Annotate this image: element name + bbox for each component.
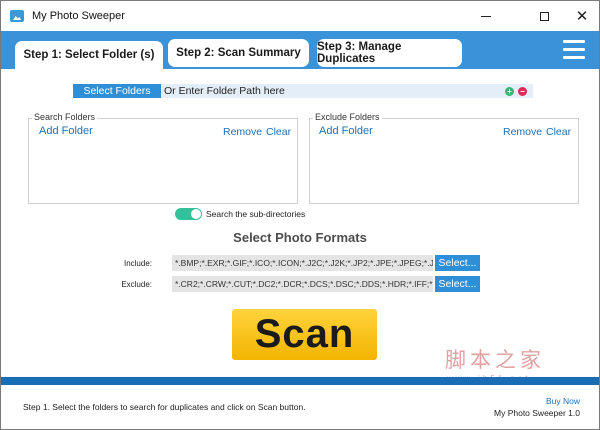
select-folders-button[interactable]: Select Folders bbox=[73, 84, 161, 98]
folder-path-input[interactable] bbox=[163, 84, 503, 98]
include-formats-field[interactable]: *.BMP;*.EXR;*.GIF;*.ICO;*.ICON;*.J2C;*.J… bbox=[172, 255, 433, 271]
minimize-button[interactable] bbox=[463, 1, 509, 31]
tab-scan-summary[interactable]: Step 2: Scan Summary bbox=[168, 39, 309, 67]
exclude-clear-link[interactable]: Clear bbox=[546, 126, 571, 138]
app-photo-icon bbox=[10, 10, 24, 22]
close-icon: ✕ bbox=[575, 6, 589, 25]
app-window: My Photo Sweeper ✕ Step 1: Select Folder… bbox=[0, 0, 600, 430]
title-bar: My Photo Sweeper ✕ bbox=[1, 1, 599, 31]
exclude-formats-field[interactable]: *.CR2;*.CRW;*.CUT;*.DC2;*.DCR;*.DCS;*.DS… bbox=[172, 276, 433, 292]
remove-path-icon[interactable]: − bbox=[518, 87, 527, 96]
minimize-icon bbox=[481, 15, 491, 17]
hamburger-menu-icon[interactable] bbox=[563, 40, 585, 60]
exclude-remove-link[interactable]: Remove bbox=[503, 126, 542, 138]
photo-formats-title: Select Photo Formats bbox=[233, 230, 367, 245]
maximize-icon bbox=[539, 11, 549, 21]
search-remove-link[interactable]: Remove bbox=[223, 126, 262, 138]
footer-divider bbox=[1, 377, 599, 385]
add-path-icon[interactable]: + bbox=[505, 87, 514, 96]
tab-select-folders[interactable]: Step 1: Select Folder (s) bbox=[15, 41, 163, 69]
exclude-add-folder-link[interactable]: Add Folder bbox=[319, 125, 373, 137]
include-label: Include: bbox=[123, 259, 152, 268]
status-message: Step 1. Select the folders to search for… bbox=[23, 402, 306, 412]
version-label: My Photo Sweeper 1.0 bbox=[494, 408, 580, 418]
exclude-select-button[interactable]: Select... bbox=[435, 276, 480, 292]
exclude-folders-label: Exclude Folders bbox=[313, 112, 382, 122]
close-button[interactable]: ✕ bbox=[559, 1, 599, 31]
watermark-text: 脚本之家 bbox=[445, 348, 545, 372]
subdirectories-toggle[interactable] bbox=[175, 208, 202, 220]
search-add-folder-link[interactable]: Add Folder bbox=[39, 125, 93, 137]
buy-now-link[interactable]: Buy Now bbox=[546, 396, 580, 406]
status-bar: Step 1. Select the folders to search for… bbox=[1, 385, 599, 429]
tab-bar: Step 1: Select Folder (s) Step 2: Scan S… bbox=[1, 31, 599, 69]
include-select-button[interactable]: Select... bbox=[435, 255, 480, 271]
folder-path-row: Select Folders + − bbox=[73, 84, 533, 98]
search-folders-label: Search Folders bbox=[32, 112, 98, 122]
window-title: My Photo Sweeper bbox=[32, 10, 125, 22]
search-clear-link[interactable]: Clear bbox=[266, 126, 291, 138]
exclude-label: Exclude: bbox=[121, 280, 152, 289]
subdirectories-label: Search the sub-directories bbox=[206, 209, 306, 219]
main-panel: Select Folders + − Search Folders Add Fo… bbox=[1, 69, 599, 383]
tab-manage-duplicates[interactable]: Step 3: Manage Duplicates bbox=[317, 39, 462, 67]
scan-button[interactable]: Scan bbox=[232, 309, 377, 360]
